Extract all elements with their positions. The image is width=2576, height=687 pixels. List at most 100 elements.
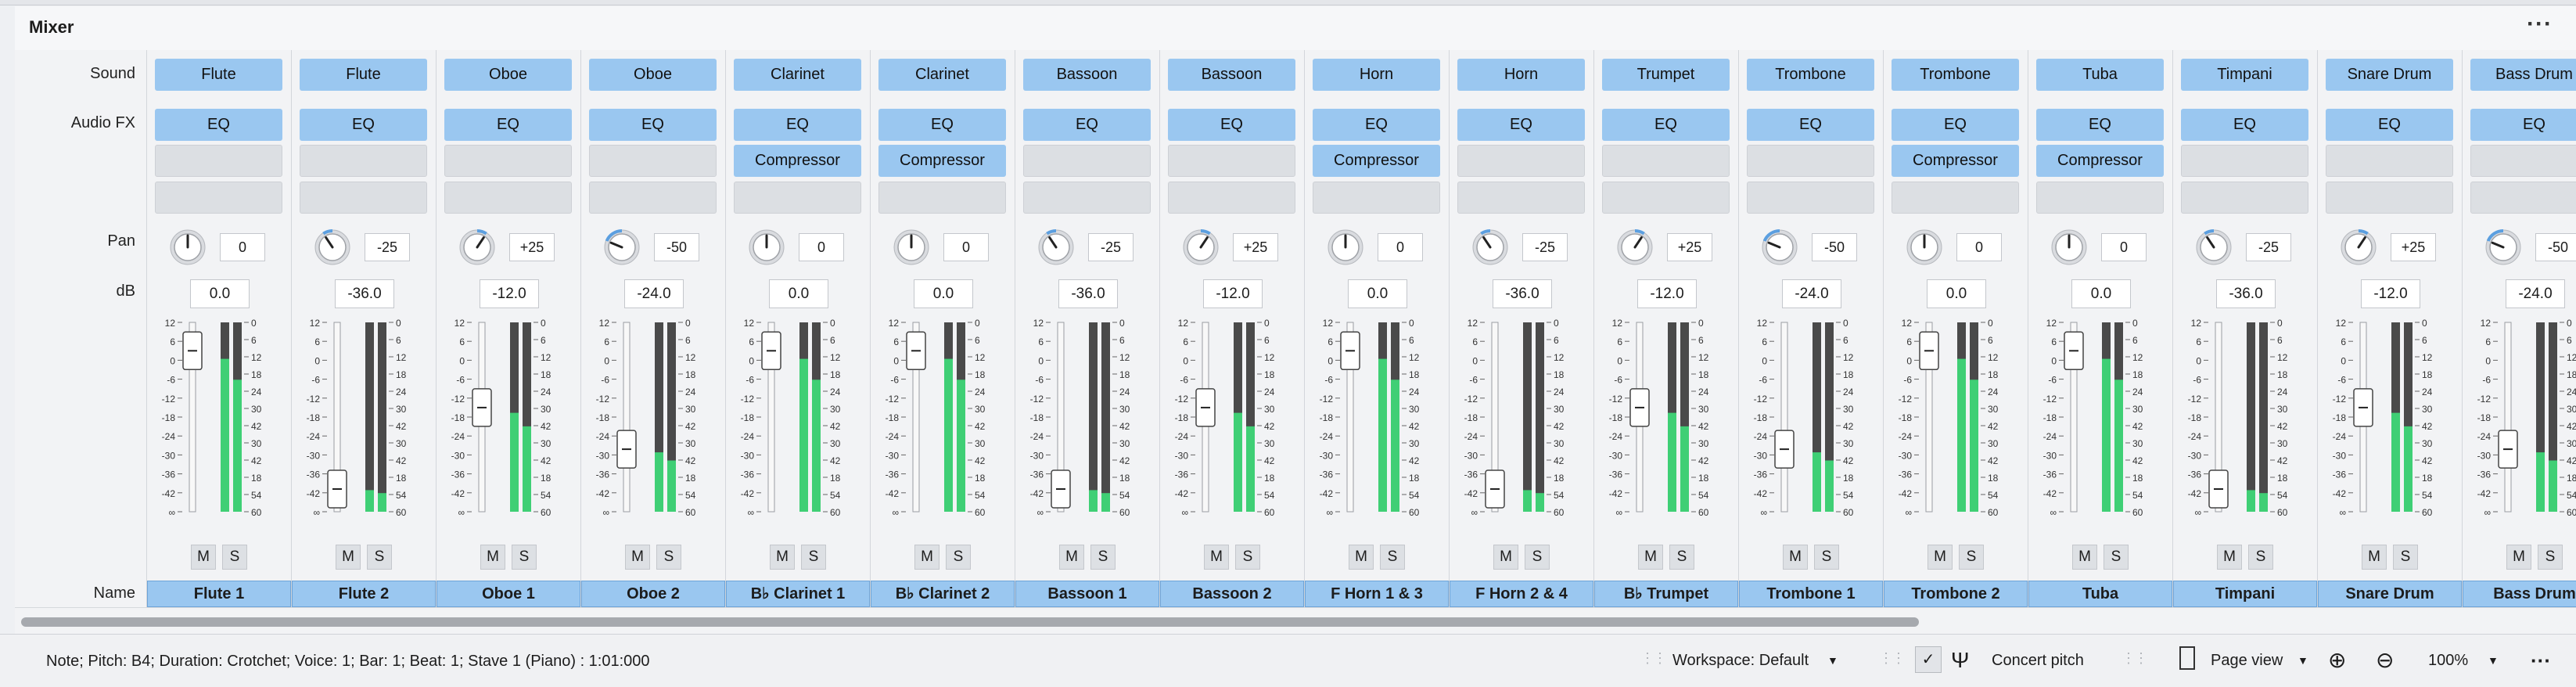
sound-button[interactable]: Trombone: [1747, 59, 1874, 91]
eq-button[interactable]: EQ: [155, 109, 282, 141]
pan-knob[interactable]: [747, 228, 786, 267]
empty-fx-slot[interactable]: [1747, 182, 1874, 214]
solo-button[interactable]: S: [656, 545, 681, 570]
empty-fx-slot[interactable]: [1313, 182, 1440, 214]
channel-name[interactable]: F Horn 2 & 4: [1450, 581, 1593, 607]
zoom-out-icon[interactable]: ⊖: [2376, 649, 2394, 671]
solo-button[interactable]: S: [222, 545, 247, 570]
empty-fx-slot[interactable]: [1168, 182, 1295, 214]
compressor-button[interactable]: Compressor: [734, 145, 861, 177]
sound-button[interactable]: Trumpet: [1602, 59, 1730, 91]
checkmark-icon[interactable]: ✓: [1915, 646, 1942, 673]
channel-name[interactable]: Timpani: [2173, 581, 2317, 607]
empty-fx-slot[interactable]: [1168, 145, 1295, 177]
pan-knob[interactable]: [2050, 228, 2089, 267]
sound-button[interactable]: Flute: [155, 59, 282, 91]
channel-name[interactable]: Bass Drum: [2463, 581, 2576, 607]
pan-knob[interactable]: [2484, 228, 2523, 267]
pan-value-field[interactable]: -50: [1812, 233, 1857, 261]
mute-button[interactable]: M: [770, 545, 795, 570]
empty-fx-slot[interactable]: [2470, 182, 2576, 214]
mute-button[interactable]: M: [2072, 545, 2097, 570]
empty-fx-slot[interactable]: [589, 145, 717, 177]
empty-fx-slot[interactable]: [1747, 145, 1874, 177]
solo-button[interactable]: S: [2538, 545, 2563, 570]
sound-button[interactable]: Oboe: [589, 59, 717, 91]
db-value-field[interactable]: -36.0: [1493, 279, 1552, 308]
mute-button[interactable]: M: [625, 545, 650, 570]
mute-button[interactable]: M: [1059, 545, 1084, 570]
channel-name[interactable]: Tuba: [2028, 581, 2172, 607]
channel-name[interactable]: Oboe 1: [437, 581, 580, 607]
pan-value-field[interactable]: 0: [943, 233, 989, 261]
db-value-field[interactable]: -12.0: [1203, 279, 1263, 308]
sound-button[interactable]: Oboe: [444, 59, 572, 91]
sound-button[interactable]: Bassoon: [1168, 59, 1295, 91]
solo-button[interactable]: S: [1669, 545, 1694, 570]
db-value-field[interactable]: -24.0: [624, 279, 684, 308]
empty-fx-slot[interactable]: [444, 145, 572, 177]
chevron-down-icon[interactable]: ▼: [2298, 649, 2308, 671]
channel-name[interactable]: Flute 2: [292, 581, 436, 607]
solo-button[interactable]: S: [1235, 545, 1260, 570]
empty-fx-slot[interactable]: [1457, 182, 1585, 214]
eq-button[interactable]: EQ: [2036, 109, 2164, 141]
channel-name[interactable]: F Horn 1 & 3: [1305, 581, 1449, 607]
empty-fx-slot[interactable]: [1602, 182, 1730, 214]
eq-button[interactable]: EQ: [2181, 109, 2308, 141]
eq-button[interactable]: EQ: [734, 109, 861, 141]
eq-button[interactable]: EQ: [589, 109, 717, 141]
channel-name[interactable]: Snare Drum: [2318, 581, 2462, 607]
workspace-selector[interactable]: Workspace: Default: [1672, 649, 1809, 671]
empty-fx-slot[interactable]: [1602, 145, 1730, 177]
pan-knob[interactable]: [602, 228, 641, 267]
channel-name[interactable]: Trombone 2: [1884, 581, 2028, 607]
mute-button[interactable]: M: [2506, 545, 2531, 570]
db-value-field[interactable]: -36.0: [2216, 279, 2276, 308]
eq-button[interactable]: EQ: [1602, 109, 1730, 141]
db-value-field[interactable]: 0.0: [190, 279, 250, 308]
empty-fx-slot[interactable]: [1892, 182, 2019, 214]
mute-button[interactable]: M: [1349, 545, 1374, 570]
horizontal-scrollbar[interactable]: [15, 607, 2576, 635]
pan-value-field[interactable]: 0: [2101, 233, 2147, 261]
db-value-field[interactable]: 0.0: [769, 279, 828, 308]
mute-button[interactable]: M: [2217, 545, 2242, 570]
solo-button[interactable]: S: [367, 545, 392, 570]
pan-value-field[interactable]: +25: [1667, 233, 1712, 261]
eq-button[interactable]: EQ: [444, 109, 572, 141]
empty-fx-slot[interactable]: [300, 182, 427, 214]
pan-value-field[interactable]: -25: [1088, 233, 1134, 261]
sound-button[interactable]: Clarinet: [878, 59, 1006, 91]
sound-button[interactable]: Horn: [1313, 59, 1440, 91]
solo-button[interactable]: S: [1814, 545, 1839, 570]
empty-fx-slot[interactable]: [2181, 182, 2308, 214]
empty-fx-slot[interactable]: [155, 182, 282, 214]
concert-pitch-toggle[interactable]: Concert pitch: [1992, 649, 2084, 671]
mute-button[interactable]: M: [336, 545, 361, 570]
mute-button[interactable]: M: [1638, 545, 1663, 570]
empty-fx-slot[interactable]: [878, 182, 1006, 214]
db-value-field[interactable]: -12.0: [1637, 279, 1697, 308]
sound-button[interactable]: Bassoon: [1023, 59, 1151, 91]
mute-button[interactable]: M: [1928, 545, 1953, 570]
mute-button[interactable]: M: [191, 545, 216, 570]
pan-knob[interactable]: [313, 228, 352, 267]
sound-button[interactable]: Snare Drum: [2326, 59, 2453, 91]
eq-button[interactable]: EQ: [1747, 109, 1874, 141]
pan-knob[interactable]: [1615, 228, 1654, 267]
eq-button[interactable]: EQ: [1168, 109, 1295, 141]
solo-button[interactable]: S: [2248, 545, 2273, 570]
pan-value-field[interactable]: 0: [1956, 233, 2002, 261]
pan-value-field[interactable]: -50: [654, 233, 699, 261]
db-value-field[interactable]: -12.0: [2361, 279, 2420, 308]
empty-fx-slot[interactable]: [2470, 145, 2576, 177]
pan-value-field[interactable]: 0: [799, 233, 844, 261]
pan-value-field[interactable]: -25: [365, 233, 410, 261]
mute-button[interactable]: M: [1783, 545, 1808, 570]
scrollbar-thumb[interactable]: [21, 617, 1919, 627]
empty-fx-slot[interactable]: [1023, 145, 1151, 177]
solo-button[interactable]: S: [1959, 545, 1984, 570]
eq-button[interactable]: EQ: [2470, 109, 2576, 141]
db-value-field[interactable]: 0.0: [2071, 279, 2131, 308]
